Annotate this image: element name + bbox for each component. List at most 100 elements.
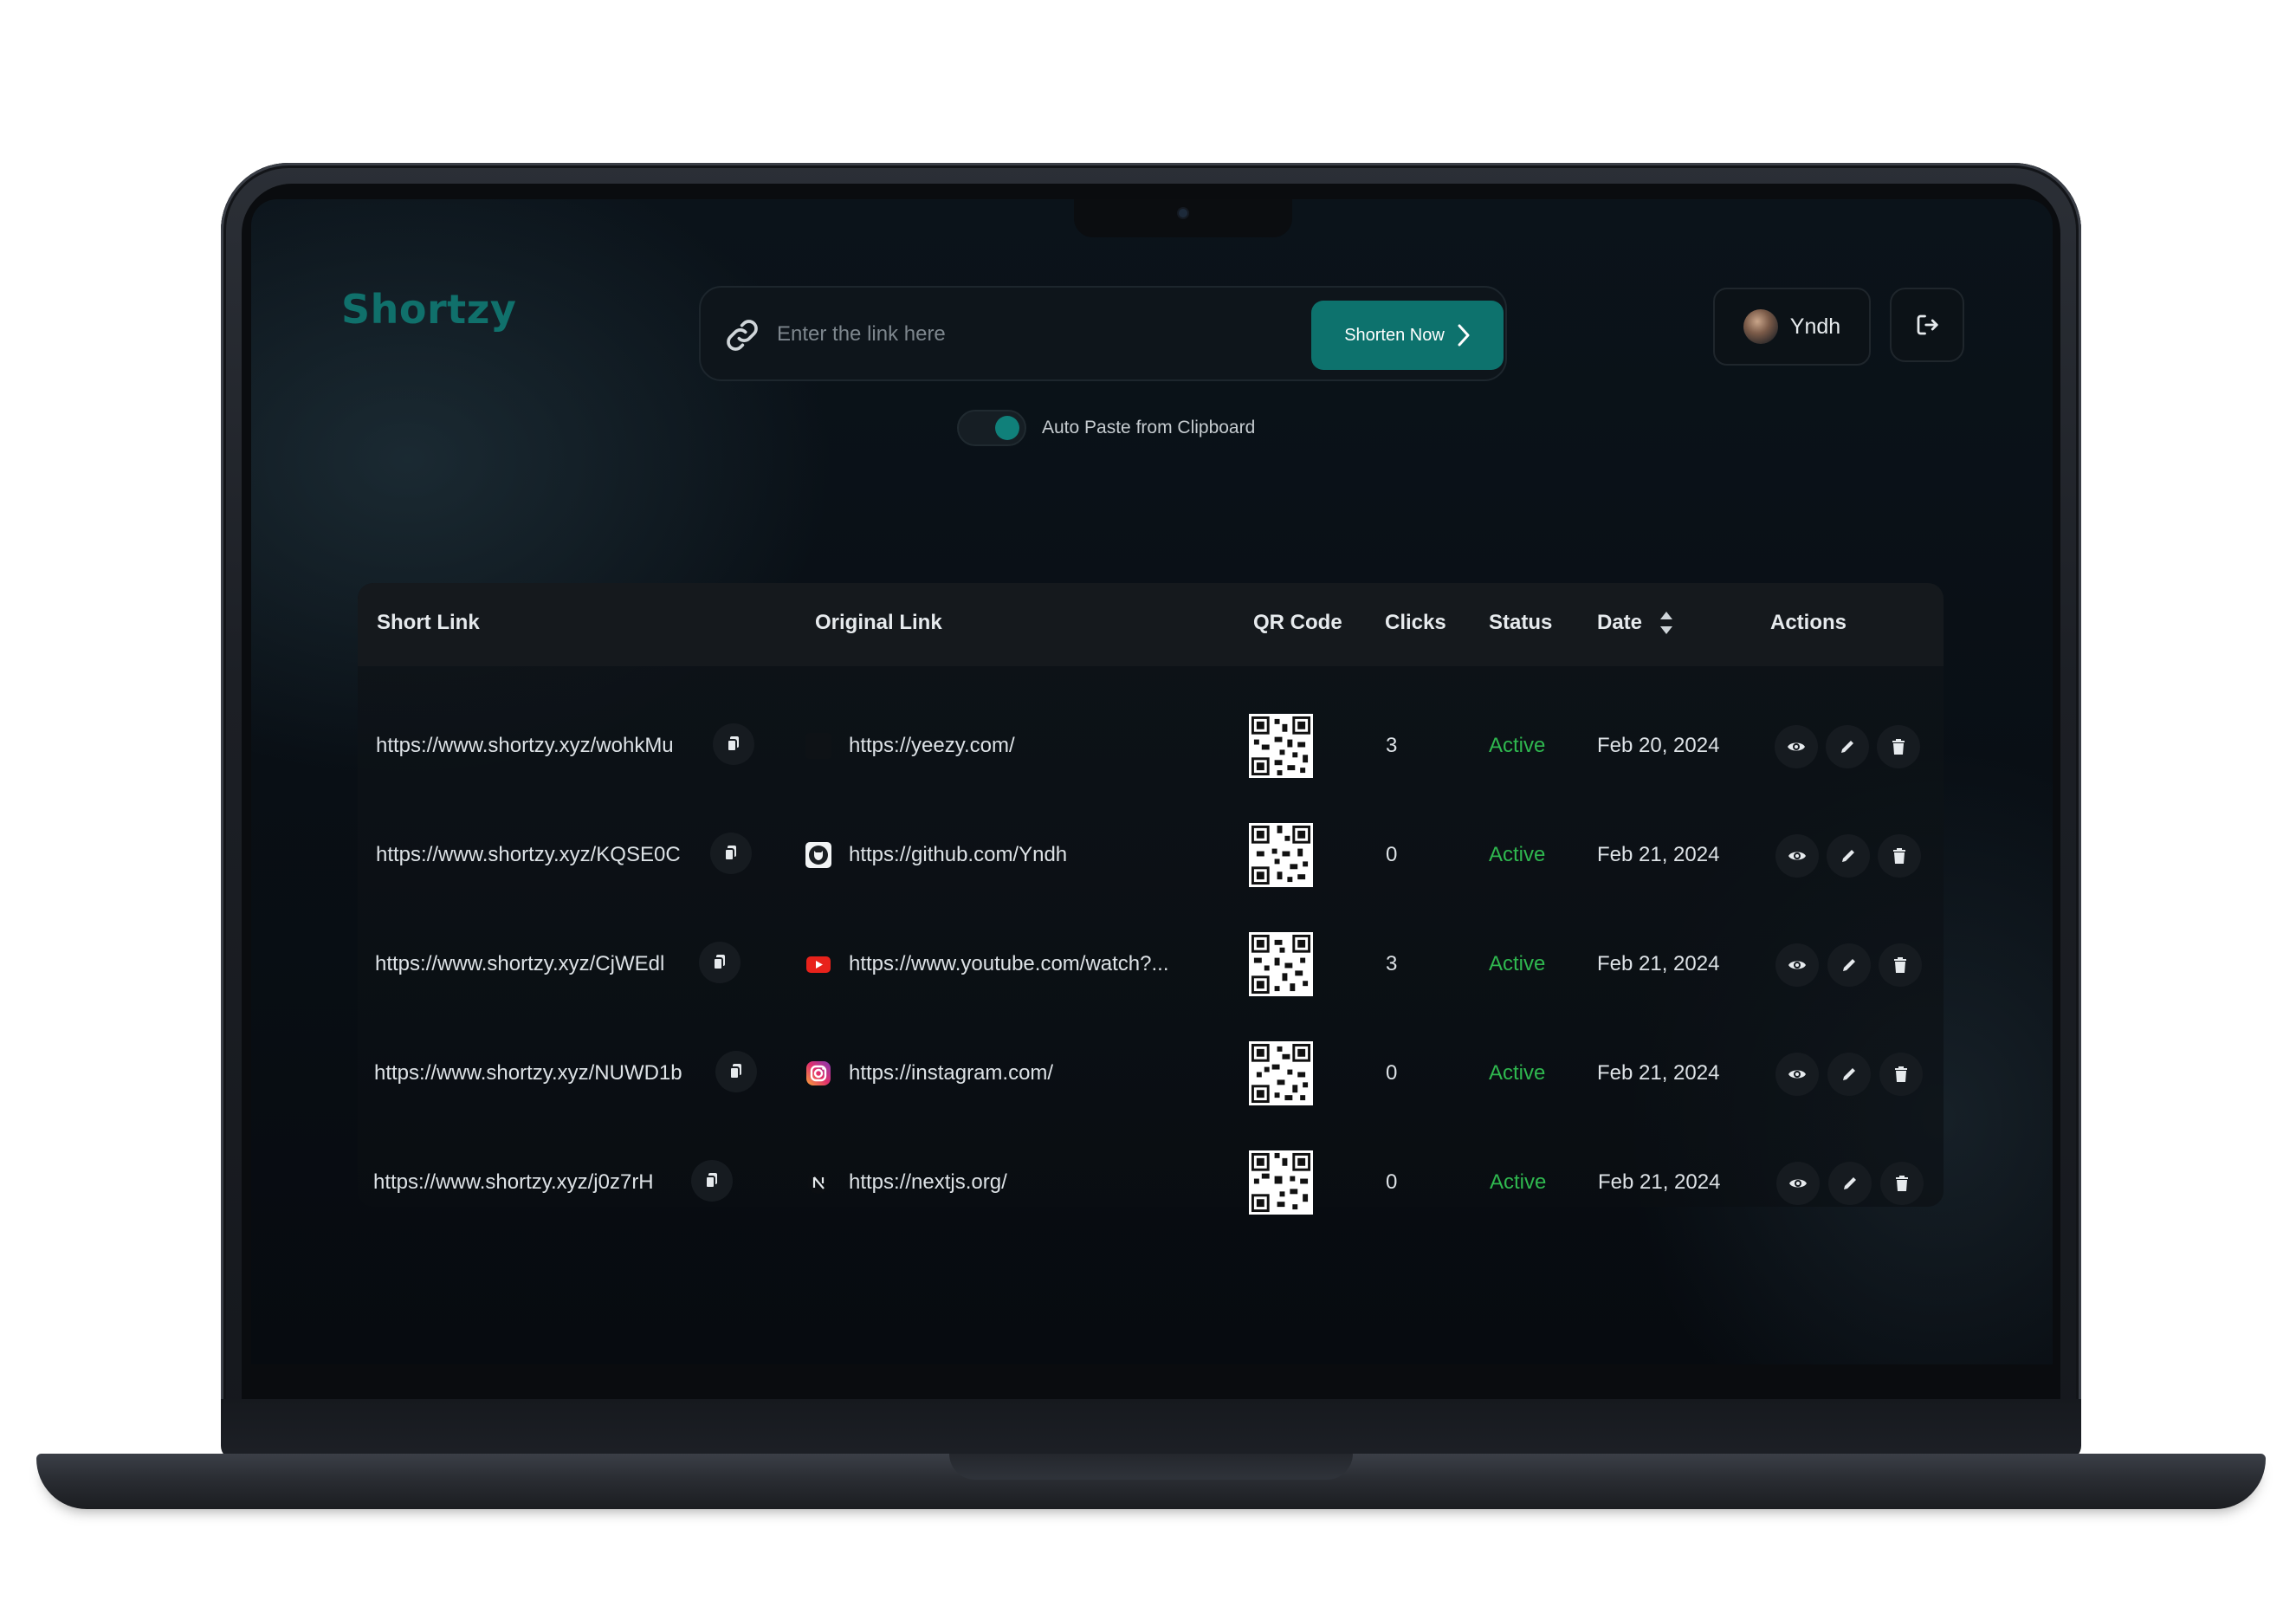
created-date: Feb 21, 2024 <box>1597 1061 1720 1085</box>
yeezy-icon <box>805 733 831 759</box>
copy-button[interactable] <box>691 1160 733 1202</box>
copy-icon <box>705 1173 717 1189</box>
eye-icon <box>1788 1070 1806 1079</box>
table-header: Short Link Original Link QR Code Clicks … <box>358 583 1944 666</box>
view-button[interactable] <box>1775 725 1818 768</box>
copy-button[interactable] <box>699 942 741 983</box>
pencil-icon <box>1844 1177 1856 1189</box>
avatar <box>1743 309 1778 344</box>
app-logo[interactable]: Shortzy <box>341 286 516 333</box>
edit-button[interactable] <box>1826 725 1869 768</box>
youtube-icon <box>806 956 831 973</box>
camera-icon <box>1179 209 1187 217</box>
qr-code[interactable] <box>1249 713 1313 779</box>
table-row: https://www.shortzy.xyz/KQSE0C https://g… <box>358 801 1944 910</box>
shorten-now-button[interactable]: Shorten Now <box>1311 301 1504 370</box>
copy-icon <box>729 1064 741 1079</box>
edit-button[interactable] <box>1827 834 1870 878</box>
eye-icon <box>1788 742 1805 751</box>
pencil-icon <box>1842 850 1854 862</box>
chevron-right-icon <box>1458 324 1470 347</box>
status-badge: Active <box>1489 843 1546 866</box>
edit-button[interactable] <box>1828 1162 1872 1205</box>
camera-notch <box>1074 199 1292 237</box>
delete-button[interactable] <box>1880 1162 1924 1205</box>
short-link[interactable]: https://www.shortzy.xyz/j0z7rH <box>373 1170 654 1195</box>
toggle-knob <box>995 416 1019 440</box>
created-date: Feb 21, 2024 <box>1597 952 1720 975</box>
url-input-box: Shorten Now <box>699 286 1507 381</box>
original-link[interactable]: https://github.com/Yndh <box>849 843 1067 867</box>
created-date: Feb 21, 2024 <box>1598 1170 1721 1194</box>
table-row: https://www.shortzy.xyz/NUWD1b https://i… <box>358 1020 1944 1129</box>
trash-icon <box>1892 739 1905 755</box>
pencil-icon <box>1843 959 1855 971</box>
auto-paste-toggle-row: Auto Paste from Clipboard <box>957 410 1255 446</box>
shorten-now-label: Shorten Now <box>1344 325 1445 345</box>
short-link[interactable]: https://www.shortzy.xyz/NUWD1b <box>374 1061 682 1085</box>
sort-icon[interactable] <box>1659 609 1674 637</box>
nextjs-icon <box>807 1171 830 1194</box>
header-status: Status <box>1489 611 1553 634</box>
trash-icon <box>1895 1066 1907 1082</box>
original-link[interactable]: https://nextjs.org/ <box>849 1170 1007 1195</box>
clicks-count: 0 <box>1386 1061 1398 1085</box>
eye-icon <box>1788 961 1806 969</box>
header-date[interactable]: Date <box>1597 611 1642 635</box>
app-screen: Shortzy Shorten Now Auto Paste from Clip… <box>251 199 2053 1364</box>
user-menu-button[interactable]: Yndh <box>1713 288 1871 366</box>
header-qr-code: QR Code <box>1253 611 1342 634</box>
table-row: https://www.shortzy.xyz/wohkMu https://y… <box>358 692 1944 801</box>
laptop-base <box>36 1454 2266 1509</box>
logout-button[interactable] <box>1890 288 1964 362</box>
copy-button[interactable] <box>713 723 754 765</box>
copy-button[interactable] <box>715 1051 757 1092</box>
trash-icon <box>1896 1176 1908 1191</box>
links-table: Short Link Original Link QR Code Clicks … <box>358 583 1944 1215</box>
clicks-count: 3 <box>1386 952 1398 975</box>
copy-icon <box>727 736 739 752</box>
copy-icon <box>724 846 736 861</box>
view-button[interactable] <box>1776 1162 1820 1205</box>
short-link[interactable]: https://www.shortzy.xyz/KQSE0C <box>376 843 681 867</box>
trash-icon <box>1894 957 1906 973</box>
created-date: Feb 20, 2024 <box>1597 734 1720 757</box>
pencil-icon <box>1843 1068 1855 1080</box>
status-badge: Active <box>1490 1170 1547 1194</box>
short-link[interactable]: https://www.shortzy.xyz/wohkMu <box>376 734 674 758</box>
qr-code[interactable] <box>1249 1040 1313 1106</box>
short-link[interactable]: https://www.shortzy.xyz/CjWEdl <box>375 952 664 976</box>
header-actions: Actions <box>1770 611 1847 634</box>
delete-button[interactable] <box>1878 834 1921 878</box>
edit-button[interactable] <box>1827 943 1871 987</box>
github-icon <box>805 842 831 868</box>
copy-icon <box>713 955 725 970</box>
original-link[interactable]: https://yeezy.com/ <box>849 734 1015 758</box>
table-row: https://www.shortzy.xyz/j0z7rH https://n… <box>358 1129 1944 1238</box>
auto-paste-toggle[interactable] <box>957 410 1026 446</box>
delete-button[interactable] <box>1877 725 1920 768</box>
created-date: Feb 21, 2024 <box>1597 843 1720 866</box>
delete-button[interactable] <box>1879 943 1922 987</box>
qr-code[interactable] <box>1249 1150 1313 1215</box>
status-badge: Active <box>1489 734 1546 757</box>
qr-code[interactable] <box>1249 931 1313 997</box>
view-button[interactable] <box>1775 943 1819 987</box>
laptop-chin <box>221 1399 2081 1460</box>
qr-code[interactable] <box>1249 822 1313 888</box>
original-link[interactable]: https://instagram.com/ <box>849 1061 1053 1085</box>
copy-button[interactable] <box>710 833 752 874</box>
url-input[interactable] <box>775 312 1264 357</box>
instagram-icon <box>806 1061 831 1085</box>
edit-button[interactable] <box>1827 1053 1871 1096</box>
view-button[interactable] <box>1775 1053 1819 1096</box>
status-badge: Active <box>1489 952 1546 975</box>
link-icon <box>727 320 758 351</box>
clicks-count: 0 <box>1386 1170 1398 1194</box>
pencil-icon <box>1841 741 1853 753</box>
status-badge: Active <box>1489 1061 1546 1085</box>
view-button[interactable] <box>1775 834 1819 878</box>
auto-paste-label: Auto Paste from Clipboard <box>1042 418 1256 437</box>
delete-button[interactable] <box>1879 1053 1923 1096</box>
original-link[interactable]: https://www.youtube.com/watch?... <box>849 952 1169 976</box>
